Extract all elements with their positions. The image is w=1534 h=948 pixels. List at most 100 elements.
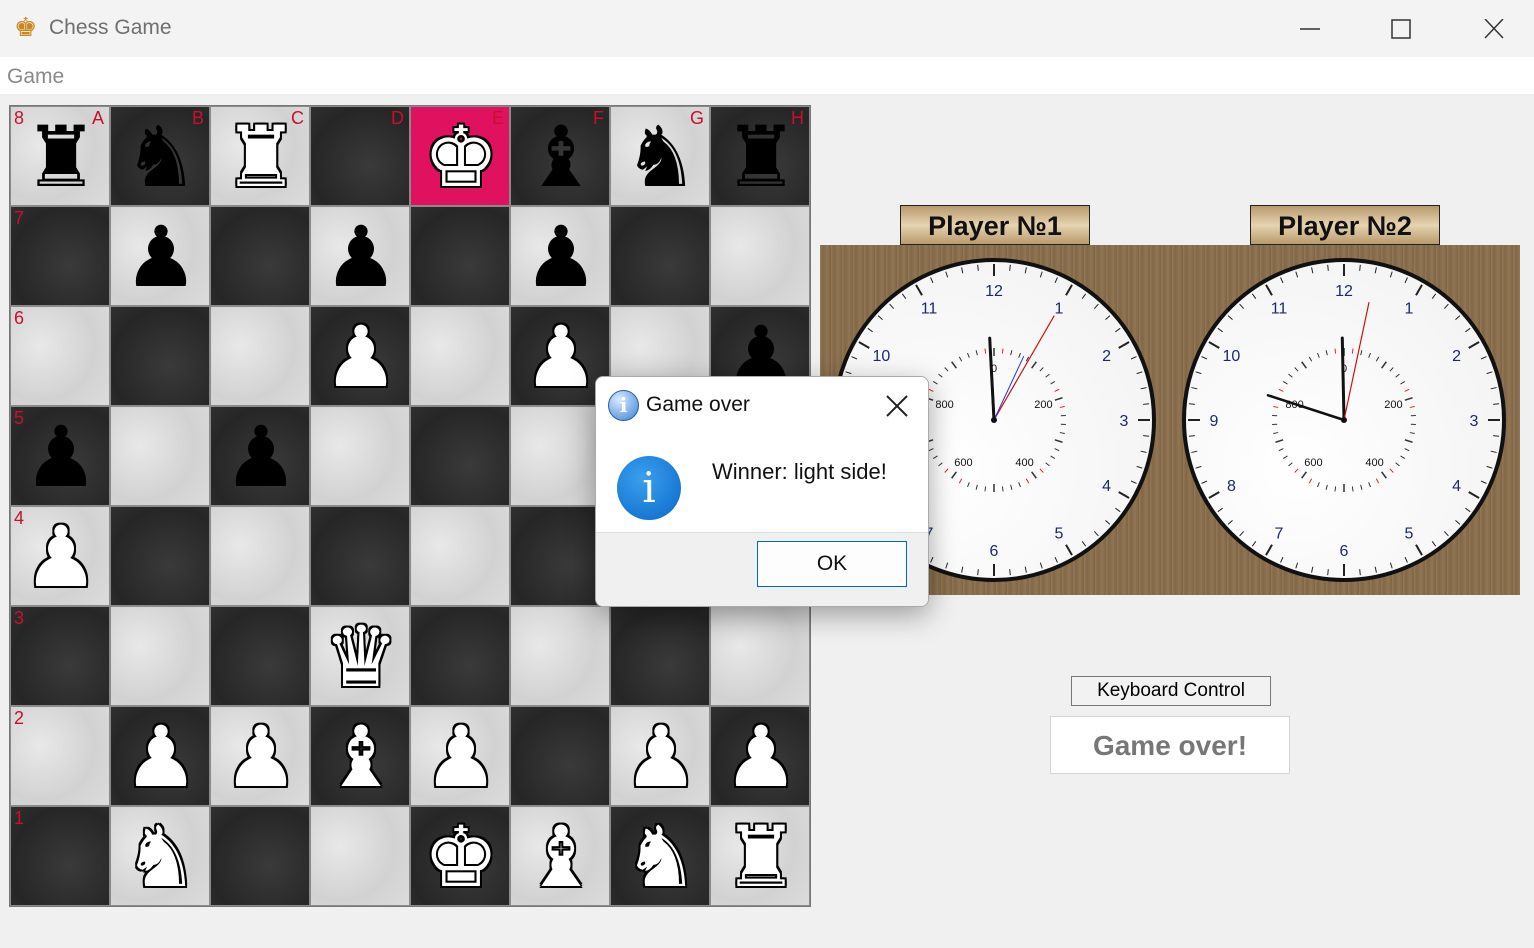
white-knight-icon[interactable]: ♞ xyxy=(611,807,709,905)
black-rook-icon[interactable]: ♜ xyxy=(711,107,809,205)
square-d8[interactable]: D xyxy=(310,106,410,206)
menu-game[interactable]: Game xyxy=(7,65,64,89)
white-king-icon[interactable]: ♚ xyxy=(411,107,509,205)
black-pawn-icon[interactable]: ♟ xyxy=(111,207,209,305)
square-g7[interactable] xyxy=(610,206,710,306)
square-f7[interactable]: ♟ xyxy=(510,206,610,306)
white-rook-icon[interactable]: ♜ xyxy=(211,107,309,205)
tick xyxy=(1327,569,1329,576)
square-b1[interactable]: ♞ xyxy=(110,806,210,906)
tick xyxy=(1188,403,1195,405)
square-a8[interactable]: 8 A ♜ xyxy=(10,106,110,206)
white-bishop-icon[interactable]: ♝ xyxy=(511,807,609,905)
ok-button[interactable]: OK xyxy=(757,541,907,587)
square-h2[interactable]: ♟ xyxy=(710,706,810,806)
white-pawn-icon[interactable]: ♟ xyxy=(311,307,409,405)
white-pawn-icon[interactable]: ♟ xyxy=(711,707,809,805)
square-e6[interactable] xyxy=(410,306,510,406)
square-c5[interactable]: ♟ xyxy=(210,406,310,506)
keyboard-control-button[interactable]: Keyboard Control xyxy=(1071,676,1271,706)
square-g8[interactable]: G ♞ xyxy=(610,106,710,206)
subdial-tick xyxy=(1334,486,1337,492)
square-d6[interactable]: ♟ xyxy=(310,306,410,406)
black-pawn-icon[interactable]: ♟ xyxy=(511,207,609,305)
square-h1[interactable]: ♜ xyxy=(710,806,810,906)
square-g1[interactable]: ♞ xyxy=(610,806,710,906)
white-pawn-icon[interactable]: ♟ xyxy=(611,707,709,805)
white-bishop-icon[interactable]: ♝ xyxy=(311,707,409,805)
square-f1[interactable]: ♝ xyxy=(510,806,610,906)
square-b8[interactable]: B ♞ xyxy=(110,106,210,206)
close-button[interactable] xyxy=(1465,10,1521,48)
square-a5[interactable]: 5 ♟ xyxy=(10,406,110,506)
square-b3[interactable] xyxy=(110,606,210,706)
square-a7[interactable]: 7 xyxy=(10,206,110,306)
clock-2-center xyxy=(1341,417,1347,423)
square-c3[interactable] xyxy=(210,606,310,706)
black-knight-icon[interactable]: ♞ xyxy=(111,107,209,205)
close-icon xyxy=(1484,19,1504,39)
dialog-close-button[interactable] xyxy=(882,391,912,421)
white-queen-icon[interactable]: ♛ xyxy=(311,607,409,705)
square-d1[interactable] xyxy=(310,806,410,906)
square-d2[interactable]: ♝ xyxy=(310,706,410,806)
square-c7[interactable] xyxy=(210,206,310,306)
tick xyxy=(1493,435,1500,437)
square-b7[interactable]: ♟ xyxy=(110,206,210,306)
white-pawn-icon[interactable]: ♟ xyxy=(411,707,509,805)
square-c1[interactable] xyxy=(210,806,310,906)
white-king-icon[interactable]: ♚ xyxy=(411,807,509,905)
square-b6[interactable] xyxy=(110,306,210,406)
square-h7[interactable] xyxy=(710,206,810,306)
square-d5[interactable] xyxy=(310,406,410,506)
square-g2[interactable]: ♟ xyxy=(610,706,710,806)
square-b4[interactable] xyxy=(110,506,210,606)
maximize-button[interactable] xyxy=(1372,10,1428,48)
square-c4[interactable] xyxy=(210,506,310,606)
square-e2[interactable]: ♟ xyxy=(410,706,510,806)
black-pawn-icon[interactable]: ♟ xyxy=(11,407,109,505)
black-rook-icon[interactable]: ♜ xyxy=(11,107,109,205)
square-e5[interactable] xyxy=(410,406,510,506)
black-pawn-icon[interactable]: ♟ xyxy=(211,407,309,505)
square-d4[interactable] xyxy=(310,506,410,606)
square-h8[interactable]: H ♜ xyxy=(710,106,810,206)
square-a6[interactable]: 6 xyxy=(10,306,110,406)
square-e7[interactable] xyxy=(410,206,510,306)
square-e4[interactable] xyxy=(410,506,510,606)
square-d7[interactable]: ♟ xyxy=(310,206,410,306)
square-a3[interactable]: 3 xyxy=(10,606,110,706)
white-pawn-icon[interactable]: ♟ xyxy=(211,707,309,805)
square-c6[interactable] xyxy=(210,306,310,406)
square-b2[interactable]: ♟ xyxy=(110,706,210,806)
game-status-button[interactable]: Game over! xyxy=(1050,716,1290,774)
square-c8[interactable]: C ♜ xyxy=(210,106,310,206)
black-bishop-icon[interactable]: ♝ xyxy=(511,107,609,205)
square-g3[interactable] xyxy=(610,606,710,706)
square-a1[interactable]: 1 xyxy=(10,806,110,906)
hour-numeral: 1 xyxy=(1055,300,1064,317)
square-a2[interactable]: 2 xyxy=(10,706,110,806)
square-d3[interactable]: ♛ xyxy=(310,606,410,706)
minimize-button[interactable] xyxy=(1281,10,1337,48)
square-b5[interactable] xyxy=(110,406,210,506)
square-c2[interactable]: ♟ xyxy=(210,706,310,806)
hour-numeral: 9 xyxy=(1210,413,1219,430)
square-f8[interactable]: F ♝ xyxy=(510,106,610,206)
white-rook-icon[interactable]: ♜ xyxy=(711,807,809,905)
white-pawn-icon[interactable]: ♟ xyxy=(111,707,209,805)
black-knight-icon[interactable]: ♞ xyxy=(611,107,709,205)
tick xyxy=(1143,403,1150,405)
square-e1[interactable]: ♚ xyxy=(410,806,510,906)
black-pawn-icon[interactable]: ♟ xyxy=(311,207,409,305)
square-e3[interactable] xyxy=(410,606,510,706)
square-a4[interactable]: 4 ♟ xyxy=(10,506,110,606)
square-f3[interactable] xyxy=(510,606,610,706)
square-f2[interactable] xyxy=(510,706,610,806)
square-e8[interactable]: E ♚ xyxy=(410,106,510,206)
square-h3[interactable] xyxy=(710,606,810,706)
white-pawn-icon[interactable]: ♟ xyxy=(11,507,109,605)
hour-numeral: 6 xyxy=(1340,543,1349,560)
subdial-label: 800 xyxy=(935,399,953,411)
white-knight-icon[interactable]: ♞ xyxy=(111,807,209,905)
